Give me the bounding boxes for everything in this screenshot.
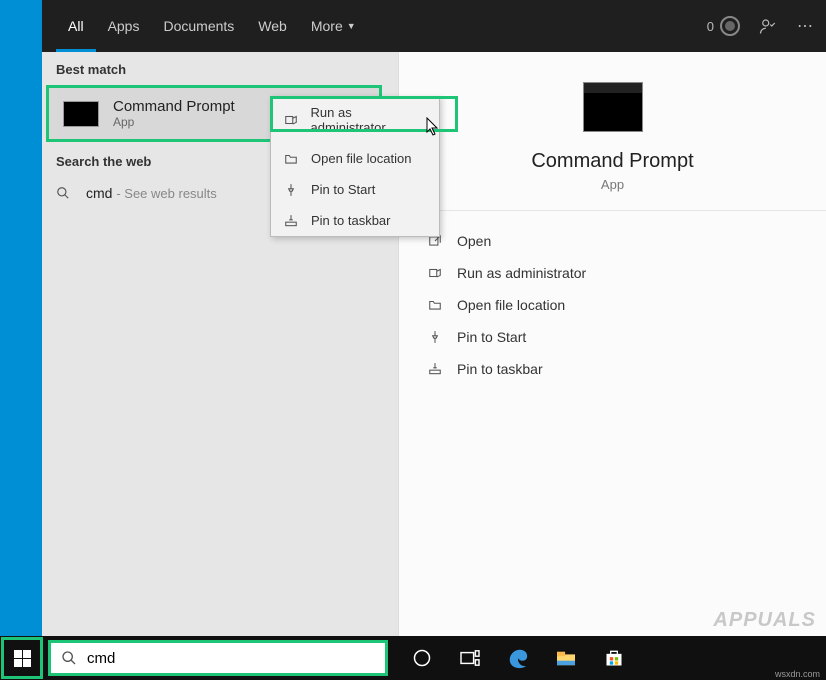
cmd-icon <box>63 101 99 127</box>
folder-icon <box>427 298 443 312</box>
action-pin-taskbar[interactable]: Pin to taskbar <box>399 353 826 385</box>
task-view-icon[interactable] <box>446 636 494 680</box>
file-explorer-icon[interactable] <box>542 636 590 680</box>
tab-web[interactable]: Web <box>246 0 299 52</box>
store-icon[interactable] <box>590 636 638 680</box>
taskbar <box>0 636 826 680</box>
web-query: cmd <box>86 185 112 201</box>
action-run-admin[interactable]: Run as administrator <box>399 257 826 289</box>
action-label: Open file location <box>457 297 565 313</box>
pin-icon <box>427 330 443 344</box>
action-label: Pin to taskbar <box>457 361 543 377</box>
ctx-label: Open file location <box>311 151 411 166</box>
rewards-icon <box>720 16 740 36</box>
more-options-icon[interactable]: ⋯ <box>796 16 816 36</box>
search-icon <box>61 650 77 666</box>
ctx-label: Run as administrator <box>311 105 427 135</box>
context-menu: Run as administrator Open file location … <box>270 96 440 237</box>
preview-subtitle: App <box>399 177 826 192</box>
action-label: Run as administrator <box>457 265 586 281</box>
action-open[interactable]: Open <box>399 225 826 257</box>
start-button[interactable] <box>1 637 43 679</box>
ctx-label: Pin to taskbar <box>311 213 391 228</box>
tab-documents[interactable]: Documents <box>151 0 246 52</box>
tab-more[interactable]: More▼ <box>299 0 368 52</box>
admin-icon <box>283 113 299 127</box>
search-header: All Apps Documents Web More▼ 0 ⋯ <box>42 0 826 52</box>
preview-actions: Open Run as administrator Open file loca… <box>399 211 826 399</box>
folder-icon <box>283 152 299 166</box>
match-title: Command Prompt <box>113 98 235 115</box>
action-label: Open <box>457 233 491 249</box>
watermark: APPUALS <box>713 609 816 632</box>
search-icon <box>56 186 72 200</box>
pin-icon <box>283 183 299 197</box>
feedback-icon[interactable] <box>758 17 778 35</box>
match-subtitle: App <box>113 115 235 129</box>
windows-icon <box>14 650 31 667</box>
web-hint: - See web results <box>116 186 216 201</box>
attribution: wsxdn.com <box>775 669 820 679</box>
action-label: Pin to Start <box>457 329 526 345</box>
action-open-location[interactable]: Open file location <box>399 289 826 321</box>
preview-title: Command Prompt <box>399 150 826 173</box>
taskbar-icon <box>283 214 299 228</box>
taskbar-search-box[interactable] <box>48 640 388 676</box>
tab-apps[interactable]: Apps <box>96 0 152 52</box>
ctx-label: Pin to Start <box>311 182 375 197</box>
chevron-down-icon: ▼ <box>347 21 356 31</box>
cortana-icon[interactable] <box>398 636 446 680</box>
taskbar-icon <box>427 362 443 376</box>
ctx-pin-taskbar[interactable]: Pin to taskbar <box>271 205 439 236</box>
admin-icon <box>427 266 443 280</box>
ctx-pin-start[interactable]: Pin to Start <box>271 174 439 205</box>
search-input[interactable] <box>87 650 375 667</box>
ctx-run-admin[interactable]: Run as administrator <box>271 97 439 143</box>
edge-icon[interactable] <box>494 636 542 680</box>
ctx-open-location[interactable]: Open file location <box>271 143 439 174</box>
preview-app-icon <box>583 82 643 132</box>
best-match-header: Best match <box>42 52 386 83</box>
preview-column: Command Prompt App Open Run as administr… <box>398 52 826 636</box>
rewards-count[interactable]: 0 <box>707 16 740 36</box>
action-pin-start[interactable]: Pin to Start <box>399 321 826 353</box>
tab-all[interactable]: All <box>56 0 96 52</box>
desktop-left-strip <box>0 0 42 636</box>
